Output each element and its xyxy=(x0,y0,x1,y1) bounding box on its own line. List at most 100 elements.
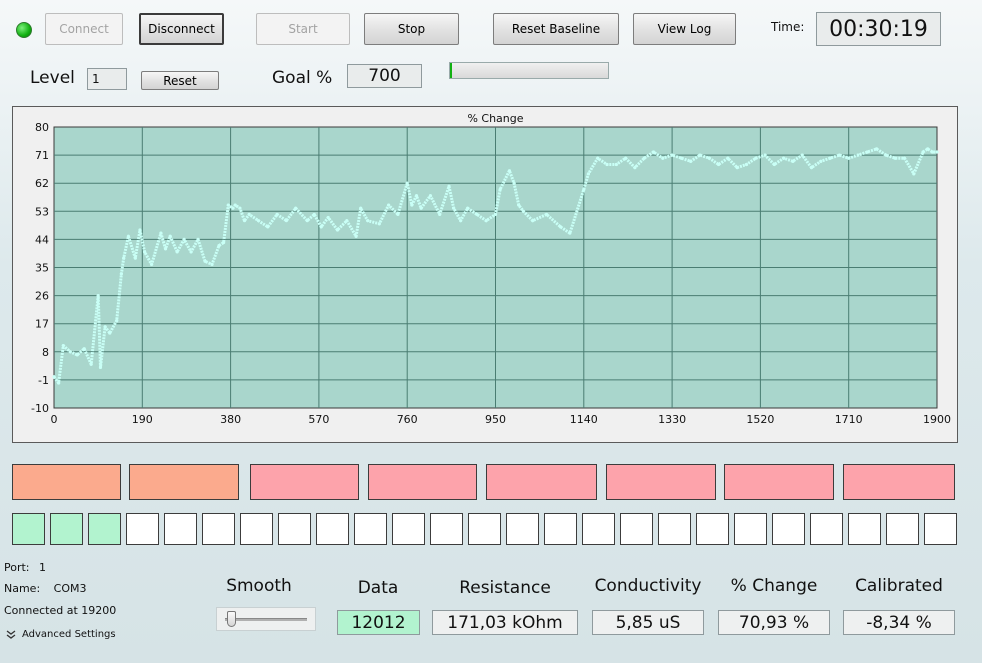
reset-baseline-button[interactable]: Reset Baseline xyxy=(493,13,619,45)
data-point xyxy=(679,156,683,160)
y-tick-label: 35 xyxy=(35,262,49,275)
data-point xyxy=(614,162,618,167)
data-point xyxy=(884,153,888,157)
port-label: Port: xyxy=(4,561,30,574)
x-tick-label: 0 xyxy=(51,413,58,426)
progress-square-3 xyxy=(88,513,121,545)
port-value: 1 xyxy=(39,561,47,574)
data-point xyxy=(377,222,381,226)
time-display: 00:30:19 xyxy=(816,12,941,46)
data-point xyxy=(319,225,323,229)
y-tick-label: 26 xyxy=(35,290,49,303)
data-point xyxy=(203,259,207,263)
progress-square-22 xyxy=(810,513,843,545)
connected-status-text: Connected at 19200 xyxy=(4,604,117,617)
goal-field[interactable]: 700 xyxy=(347,64,422,88)
data-point xyxy=(493,212,498,217)
goal-label: Goal % xyxy=(272,68,333,88)
advanced-settings-label: Advanced Settings xyxy=(22,629,116,640)
progress-square-17 xyxy=(620,513,653,545)
level-segment-6 xyxy=(606,464,716,500)
data-point xyxy=(242,219,247,223)
disconnect-button[interactable]: Disconnect xyxy=(139,13,224,45)
progress-square-24 xyxy=(886,513,919,545)
start-button[interactable]: Start xyxy=(256,13,350,45)
data-point xyxy=(475,212,479,217)
data-point xyxy=(159,231,163,235)
data-point xyxy=(82,347,86,351)
data-point xyxy=(447,184,451,188)
data-point xyxy=(558,225,563,229)
smooth-slider[interactable] xyxy=(216,607,316,631)
smooth-slider-thumb[interactable] xyxy=(227,611,237,627)
stop-button[interactable]: Stop xyxy=(364,13,459,45)
goal-progress-fill xyxy=(450,63,452,78)
data-point xyxy=(926,147,930,151)
progress-square-25 xyxy=(924,513,957,545)
y-tick-label: 44 xyxy=(35,233,49,246)
data-point xyxy=(935,150,939,154)
data-point xyxy=(828,156,832,160)
data-point xyxy=(568,231,572,235)
data-point xyxy=(438,212,442,217)
y-tick-label: -1 xyxy=(38,374,49,387)
level-label: Level xyxy=(30,68,75,88)
data-label: Data xyxy=(357,578,399,598)
level-segment-7 xyxy=(724,464,834,500)
data-point xyxy=(366,219,370,223)
data-point xyxy=(624,156,628,160)
x-tick-label: 570 xyxy=(308,413,329,426)
data-point xyxy=(484,219,488,223)
level-reset-button[interactable]: Reset xyxy=(141,71,219,90)
data-point xyxy=(168,234,172,238)
advanced-settings-toggle[interactable]: Advanced Settings xyxy=(6,629,116,640)
progress-square-12 xyxy=(430,513,463,545)
data-point xyxy=(531,219,535,223)
progress-square-21 xyxy=(772,513,805,545)
data-point xyxy=(196,237,200,241)
data-point xyxy=(312,212,316,217)
connect-button[interactable]: Connect xyxy=(45,13,123,45)
data-point xyxy=(507,169,512,173)
data-point xyxy=(119,272,123,276)
level-field[interactable]: 1 xyxy=(87,68,127,90)
data-point xyxy=(108,331,112,335)
data-point xyxy=(921,150,925,154)
view-log-button[interactable]: View Log xyxy=(633,13,736,45)
data-point xyxy=(466,206,470,210)
data-point xyxy=(275,212,279,217)
level-segment-1 xyxy=(12,464,121,500)
data-point xyxy=(865,150,869,154)
data-point xyxy=(605,162,609,167)
data-point xyxy=(266,225,270,229)
name-label: Name: xyxy=(4,582,41,595)
data-point xyxy=(661,156,665,160)
data-point xyxy=(459,219,463,223)
data-point xyxy=(809,165,814,170)
progress-square-2 xyxy=(50,513,83,545)
data-point xyxy=(642,156,646,160)
data-point xyxy=(414,194,419,198)
data-point xyxy=(345,219,349,223)
progress-square-19 xyxy=(696,513,729,545)
progress-square-13 xyxy=(468,513,501,545)
level-segment-3 xyxy=(250,464,359,500)
percent-change-value: 70,93 % xyxy=(718,610,830,635)
double-chevron-down-icon xyxy=(6,629,16,639)
data-point xyxy=(726,156,730,160)
data-point xyxy=(521,209,525,213)
data-point xyxy=(89,362,93,366)
data-point xyxy=(138,228,142,232)
data-point xyxy=(231,206,235,210)
progress-square-6 xyxy=(202,513,235,545)
data-point xyxy=(512,181,516,185)
data-point xyxy=(326,215,330,220)
progress-square-1 xyxy=(12,513,45,545)
data-point xyxy=(122,256,126,260)
data-point xyxy=(716,162,721,167)
data-point xyxy=(294,206,298,210)
data-point xyxy=(57,381,61,385)
data-point xyxy=(233,203,237,207)
data-point xyxy=(405,181,409,185)
data-point xyxy=(354,234,358,238)
